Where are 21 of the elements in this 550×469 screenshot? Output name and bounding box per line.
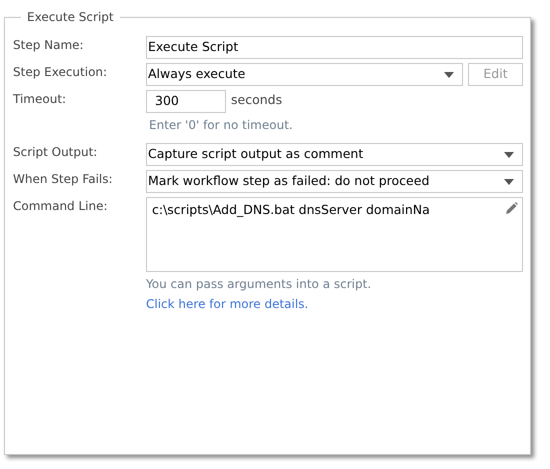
number-field[interactable]: 300 [146, 90, 226, 113]
field-label: Command Line: [13, 198, 109, 215]
dropdown-caret-icon [504, 152, 514, 158]
field-label: Timeout: [13, 91, 68, 108]
dropdown[interactable]: Capture script output as comment [146, 143, 523, 166]
field-label: Step Execution: [13, 64, 108, 81]
dropdown-caret-icon [504, 178, 514, 184]
text-field[interactable]: Execute Script [146, 36, 523, 59]
unit-label: seconds [231, 91, 282, 110]
pencil-icon[interactable] [505, 202, 518, 215]
hint-text: You can pass arguments into a script. [146, 276, 372, 292]
details-link[interactable]: Click here for more details. [146, 296, 523, 312]
dropdown[interactable]: Always execute [146, 63, 463, 86]
field-label: Script Output: [13, 144, 98, 161]
hint-text: Enter '0' for no timeout. [148, 117, 293, 133]
command-line-field[interactable]: c:\scripts\Add_DNS.bat dnsServer domainNa [146, 197, 523, 272]
field-label: When Step Fails: [13, 171, 114, 188]
dropdown[interactable]: Mark workflow step as failed: do not proceed [146, 170, 523, 193]
dropdown-caret-icon [444, 72, 454, 78]
panel-legend: Execute Script [21, 9, 120, 25]
field-label: Step Name: [13, 37, 85, 54]
